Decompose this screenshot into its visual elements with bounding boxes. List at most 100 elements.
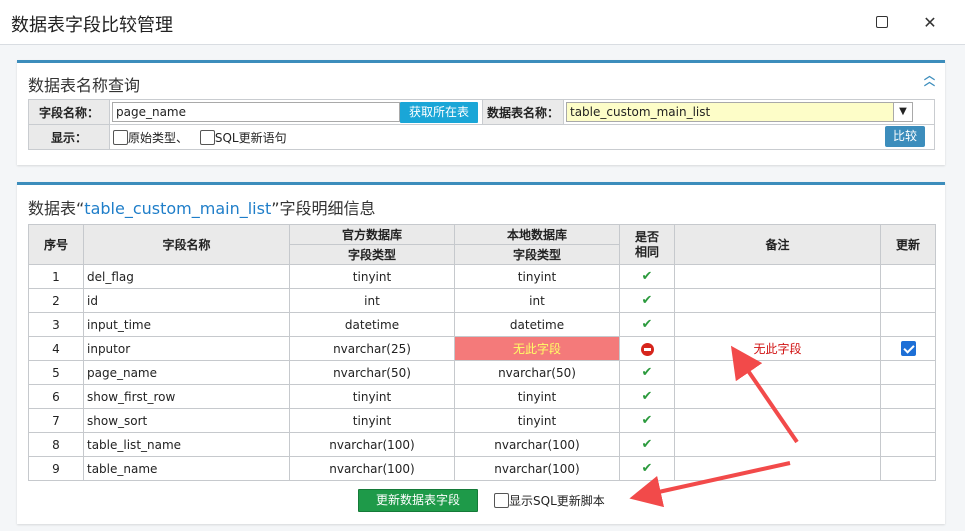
sql-statement-label: SQL更新语句 bbox=[214, 130, 287, 145]
row-local-type: nvarchar(100) bbox=[454, 432, 620, 457]
header-official-db: 官方数据库 bbox=[289, 224, 455, 245]
show-sql-checkbox[interactable] bbox=[494, 493, 510, 508]
table-name-value: table_custom_main_list bbox=[570, 105, 711, 119]
table-row: 5 page_name nvarchar(50) nvarchar(50) ✔ bbox=[28, 360, 936, 385]
header-note: 备注 bbox=[674, 224, 881, 265]
row-field-name: input_time bbox=[83, 312, 290, 337]
row-same-status bbox=[619, 336, 675, 361]
row-update bbox=[880, 360, 936, 385]
table-name-select[interactable]: table_custom_main_list ▼ bbox=[566, 102, 913, 122]
check-icon: ✔ bbox=[641, 437, 653, 452]
row-field-name: show_first_row bbox=[83, 384, 290, 409]
row-note bbox=[674, 456, 881, 481]
field-name-label: 字段名称： bbox=[28, 99, 110, 125]
row-update bbox=[880, 432, 936, 457]
close-icon[interactable]: ✕ bbox=[920, 12, 940, 32]
row-field-name: inputor bbox=[83, 336, 290, 361]
raw-type-checkbox[interactable] bbox=[113, 129, 128, 145]
row-update bbox=[880, 312, 936, 337]
detail-panel-title: 数据表“table_custom_main_list”字段明细信息 bbox=[28, 195, 376, 219]
row-same-status: ✔ bbox=[619, 264, 675, 289]
header-field-name: 字段名称 bbox=[83, 224, 290, 265]
detail-title-suffix: ”字段明细信息 bbox=[271, 199, 376, 218]
row-update bbox=[880, 384, 936, 409]
title-bar: 数据表字段比较管理 ✕ bbox=[0, 0, 965, 45]
check-icon: ✔ bbox=[641, 389, 653, 404]
row-local-type: tinyint bbox=[454, 384, 620, 409]
row-official-type: tinyint bbox=[289, 384, 455, 409]
row-field-name: id bbox=[83, 288, 290, 313]
table-name-label: 数据表名称： bbox=[482, 99, 564, 125]
row-note bbox=[674, 360, 881, 385]
display-label: 显示： bbox=[28, 124, 110, 150]
raw-type-label: 原始类型、 bbox=[128, 130, 189, 145]
show-sql-label: 显示SQL更新脚本 bbox=[509, 494, 605, 508]
table-row: 3 input_time datetime datetime ✔ bbox=[28, 312, 936, 337]
header-local-field-type: 字段类型 bbox=[454, 244, 620, 265]
header-local-db: 本地数据库 bbox=[454, 224, 620, 245]
header-same-label: 是否相同 bbox=[634, 229, 659, 259]
footer-actions: 更新数据表字段 显示SQL更新脚本 bbox=[358, 489, 605, 512]
row-field-name: table_name bbox=[83, 456, 290, 481]
row-index: 7 bbox=[28, 408, 84, 433]
row-update bbox=[880, 288, 936, 313]
row-local-type: int bbox=[454, 288, 620, 313]
query-panel: 数据表名称查询 ︿ ︿ 字段名称： page_name 获取所在表 数据表名称： t… bbox=[17, 60, 945, 165]
row-index: 1 bbox=[28, 264, 84, 289]
row-official-type: tinyint bbox=[289, 264, 455, 289]
row-same-status: ✔ bbox=[619, 432, 675, 457]
compare-button[interactable]: 比较 bbox=[884, 126, 925, 147]
compare-dialog: 数据表字段比较管理 ✕ 数据表名称查询 ︿ ︿ 字段名称： page_name 获取… bbox=[0, 0, 965, 531]
row-note bbox=[674, 288, 881, 313]
check-icon: ✔ bbox=[641, 413, 653, 428]
row-note bbox=[674, 408, 881, 433]
row-local-type: datetime bbox=[454, 312, 620, 337]
row-index: 8 bbox=[28, 432, 84, 457]
row-index: 2 bbox=[28, 288, 84, 313]
header-update: 更新 bbox=[880, 224, 936, 265]
field-detail-table: 序号 字段名称 官方数据库 本地数据库 是否相同 备注 更新 字段类型 字段类型… bbox=[28, 224, 936, 481]
update-checkbox[interactable] bbox=[900, 341, 916, 356]
row-note bbox=[674, 384, 881, 409]
row-update bbox=[880, 264, 936, 289]
row-update bbox=[880, 408, 936, 433]
row-same-status: ✔ bbox=[619, 456, 675, 481]
header-same: 是否相同 bbox=[619, 224, 675, 265]
row-field-name: del_flag bbox=[83, 264, 290, 289]
row-local-type: nvarchar(50) bbox=[454, 360, 620, 385]
row-field-name: table_list_name bbox=[83, 432, 290, 457]
check-icon: ✔ bbox=[641, 461, 653, 476]
sql-statement-checkbox[interactable] bbox=[199, 129, 215, 145]
check-icon: ✔ bbox=[641, 365, 653, 380]
table-row: 6 show_first_row tinyint tinyint ✔ bbox=[28, 384, 936, 409]
detail-panel: 数据表“table_custom_main_list”字段明细信息 序号 字段名… bbox=[17, 182, 945, 524]
check-icon: ✔ bbox=[641, 269, 653, 284]
row-same-status: ✔ bbox=[619, 288, 675, 313]
row-official-type: nvarchar(100) bbox=[289, 456, 455, 481]
row-official-type: nvarchar(100) bbox=[289, 432, 455, 457]
row-official-type: datetime bbox=[289, 312, 455, 337]
get-table-button[interactable]: 获取所在表 bbox=[400, 101, 479, 123]
row-local-type: tinyint bbox=[454, 264, 620, 289]
check-icon: ✔ bbox=[641, 293, 653, 308]
header-index: 序号 bbox=[28, 224, 84, 265]
detail-title-table-name: table_custom_main_list bbox=[84, 199, 272, 218]
row-index: 5 bbox=[28, 360, 84, 385]
window-title: 数据表字段比较管理 bbox=[11, 15, 173, 36]
row-same-status: ✔ bbox=[619, 384, 675, 409]
collapse-icon[interactable]: ︿ ︿ bbox=[924, 70, 935, 87]
header-official-field-type: 字段类型 bbox=[289, 244, 455, 265]
table-row: 9 table_name nvarchar(100) nvarchar(100) ✔ bbox=[28, 456, 936, 481]
query-form: 字段名称： page_name 获取所在表 数据表名称： table_custom… bbox=[28, 99, 935, 150]
no-entry-icon bbox=[640, 342, 654, 356]
chevron-down-icon[interactable]: ▼ bbox=[893, 103, 912, 121]
row-same-status: ✔ bbox=[619, 360, 675, 385]
table-row: 2 id int int ✔ bbox=[28, 288, 936, 313]
row-same-status: ✔ bbox=[619, 408, 675, 433]
detail-title-prefix: 数据表“ bbox=[28, 199, 85, 218]
field-name-input[interactable]: page_name bbox=[112, 102, 400, 122]
update-table-fields-button[interactable]: 更新数据表字段 bbox=[358, 489, 479, 512]
maximize-icon[interactable] bbox=[872, 12, 892, 32]
row-note bbox=[674, 312, 881, 337]
row-local-type: 无此字段 bbox=[454, 336, 620, 361]
